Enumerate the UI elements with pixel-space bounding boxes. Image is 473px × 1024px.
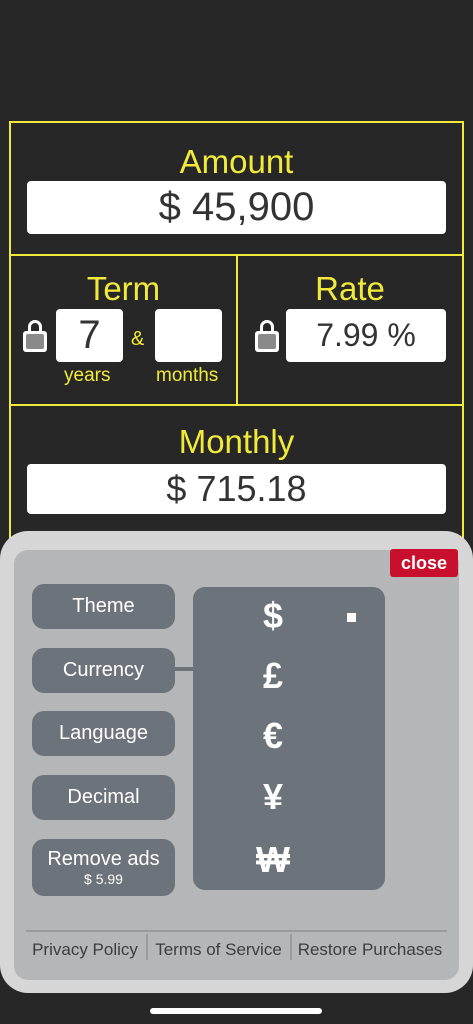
- amount-label: Amount: [179, 143, 294, 180]
- currency-option-yen[interactable]: ¥: [193, 776, 353, 818]
- rate-section: Rate 7.99 %: [238, 256, 462, 406]
- amount-section: Amount $ 45,900: [11, 123, 462, 256]
- footer-divider: [26, 930, 447, 932]
- monthly-label: Monthly: [178, 423, 295, 460]
- term-lock-icon[interactable]: [23, 320, 47, 352]
- term-section: Term 7 & years months: [11, 256, 238, 406]
- close-button[interactable]: close: [390, 549, 458, 577]
- months-label: months: [156, 365, 219, 386]
- footer-separator: [290, 934, 292, 960]
- language-button-label: Language: [59, 722, 148, 744]
- privacy-policy-link[interactable]: Privacy Policy: [26, 933, 144, 967]
- currency-connector: [174, 667, 194, 671]
- currency-option-pound[interactable]: £: [193, 655, 353, 697]
- selected-currency-indicator: [347, 613, 356, 622]
- term-years-input[interactable]: 7: [56, 309, 123, 362]
- rate-lock-icon[interactable]: [255, 320, 279, 352]
- monthly-output: $ 715.18: [27, 464, 446, 514]
- remove-ads-label: Remove ads: [47, 847, 160, 870]
- theme-button-label: Theme: [72, 595, 135, 617]
- remove-ads-button[interactable]: Remove ads $ 5.99: [32, 839, 175, 896]
- footer-separator: [146, 934, 148, 960]
- term-label: Term: [86, 270, 161, 307]
- home-indicator[interactable]: [150, 1008, 322, 1014]
- calculator-panel: Amount $ 45,900 Term 7 & years months Ra…: [9, 121, 464, 551]
- decimal-button[interactable]: Decimal: [32, 775, 175, 820]
- remove-ads-price: $ 5.99: [84, 870, 123, 887]
- currency-option-euro[interactable]: €: [193, 715, 353, 757]
- term-ampersand: &: [131, 328, 145, 350]
- decimal-button-label: Decimal: [67, 786, 140, 808]
- currency-option-dollar[interactable]: $: [193, 595, 353, 637]
- currency-options: $ £ € ¥ ₩: [193, 587, 385, 890]
- currency-button-label: Currency: [62, 659, 145, 681]
- rate-label: Rate: [315, 270, 385, 307]
- theme-button[interactable]: Theme: [32, 584, 175, 629]
- rate-input[interactable]: 7.99 %: [286, 309, 446, 362]
- amount-input[interactable]: $ 45,900: [27, 181, 446, 234]
- currency-button[interactable]: Currency: [32, 648, 175, 693]
- term-months-input[interactable]: [155, 309, 222, 362]
- currency-option-won[interactable]: ₩: [193, 839, 353, 881]
- language-button[interactable]: Language: [32, 711, 175, 756]
- restore-purchases-link[interactable]: Restore Purchases: [293, 933, 447, 967]
- years-label: years: [64, 365, 111, 386]
- terms-of-service-link[interactable]: Terms of Service: [149, 933, 288, 967]
